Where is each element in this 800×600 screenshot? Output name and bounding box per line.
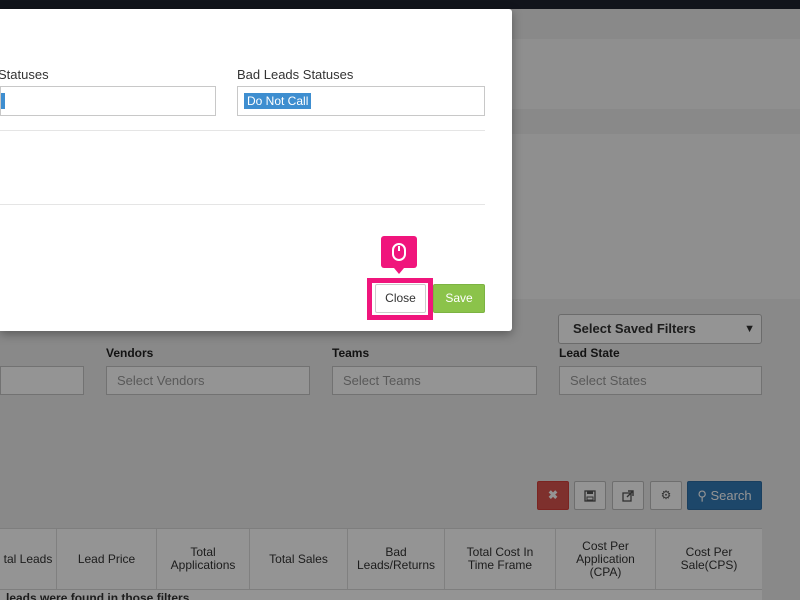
bad-leads-label: Bad Leads Statuses: [237, 67, 354, 82]
click-highlight: [367, 278, 433, 320]
bad-leads-tag[interactable]: Do Not Call: [244, 93, 312, 109]
divider: [0, 130, 485, 131]
mouse-icon: [392, 243, 406, 261]
bad-leads-input[interactable]: Do Not Call: [237, 86, 485, 116]
mouse-click-indicator: [381, 236, 417, 274]
statuses-label: Statuses: [0, 67, 49, 82]
settings-modal: Statuses Bad Leads Statuses Do Not Call …: [0, 9, 512, 331]
status-tag-fragment: [1, 93, 5, 109]
save-button[interactable]: Save: [433, 284, 485, 313]
statuses-input[interactable]: [0, 86, 216, 116]
divider: [0, 204, 485, 205]
